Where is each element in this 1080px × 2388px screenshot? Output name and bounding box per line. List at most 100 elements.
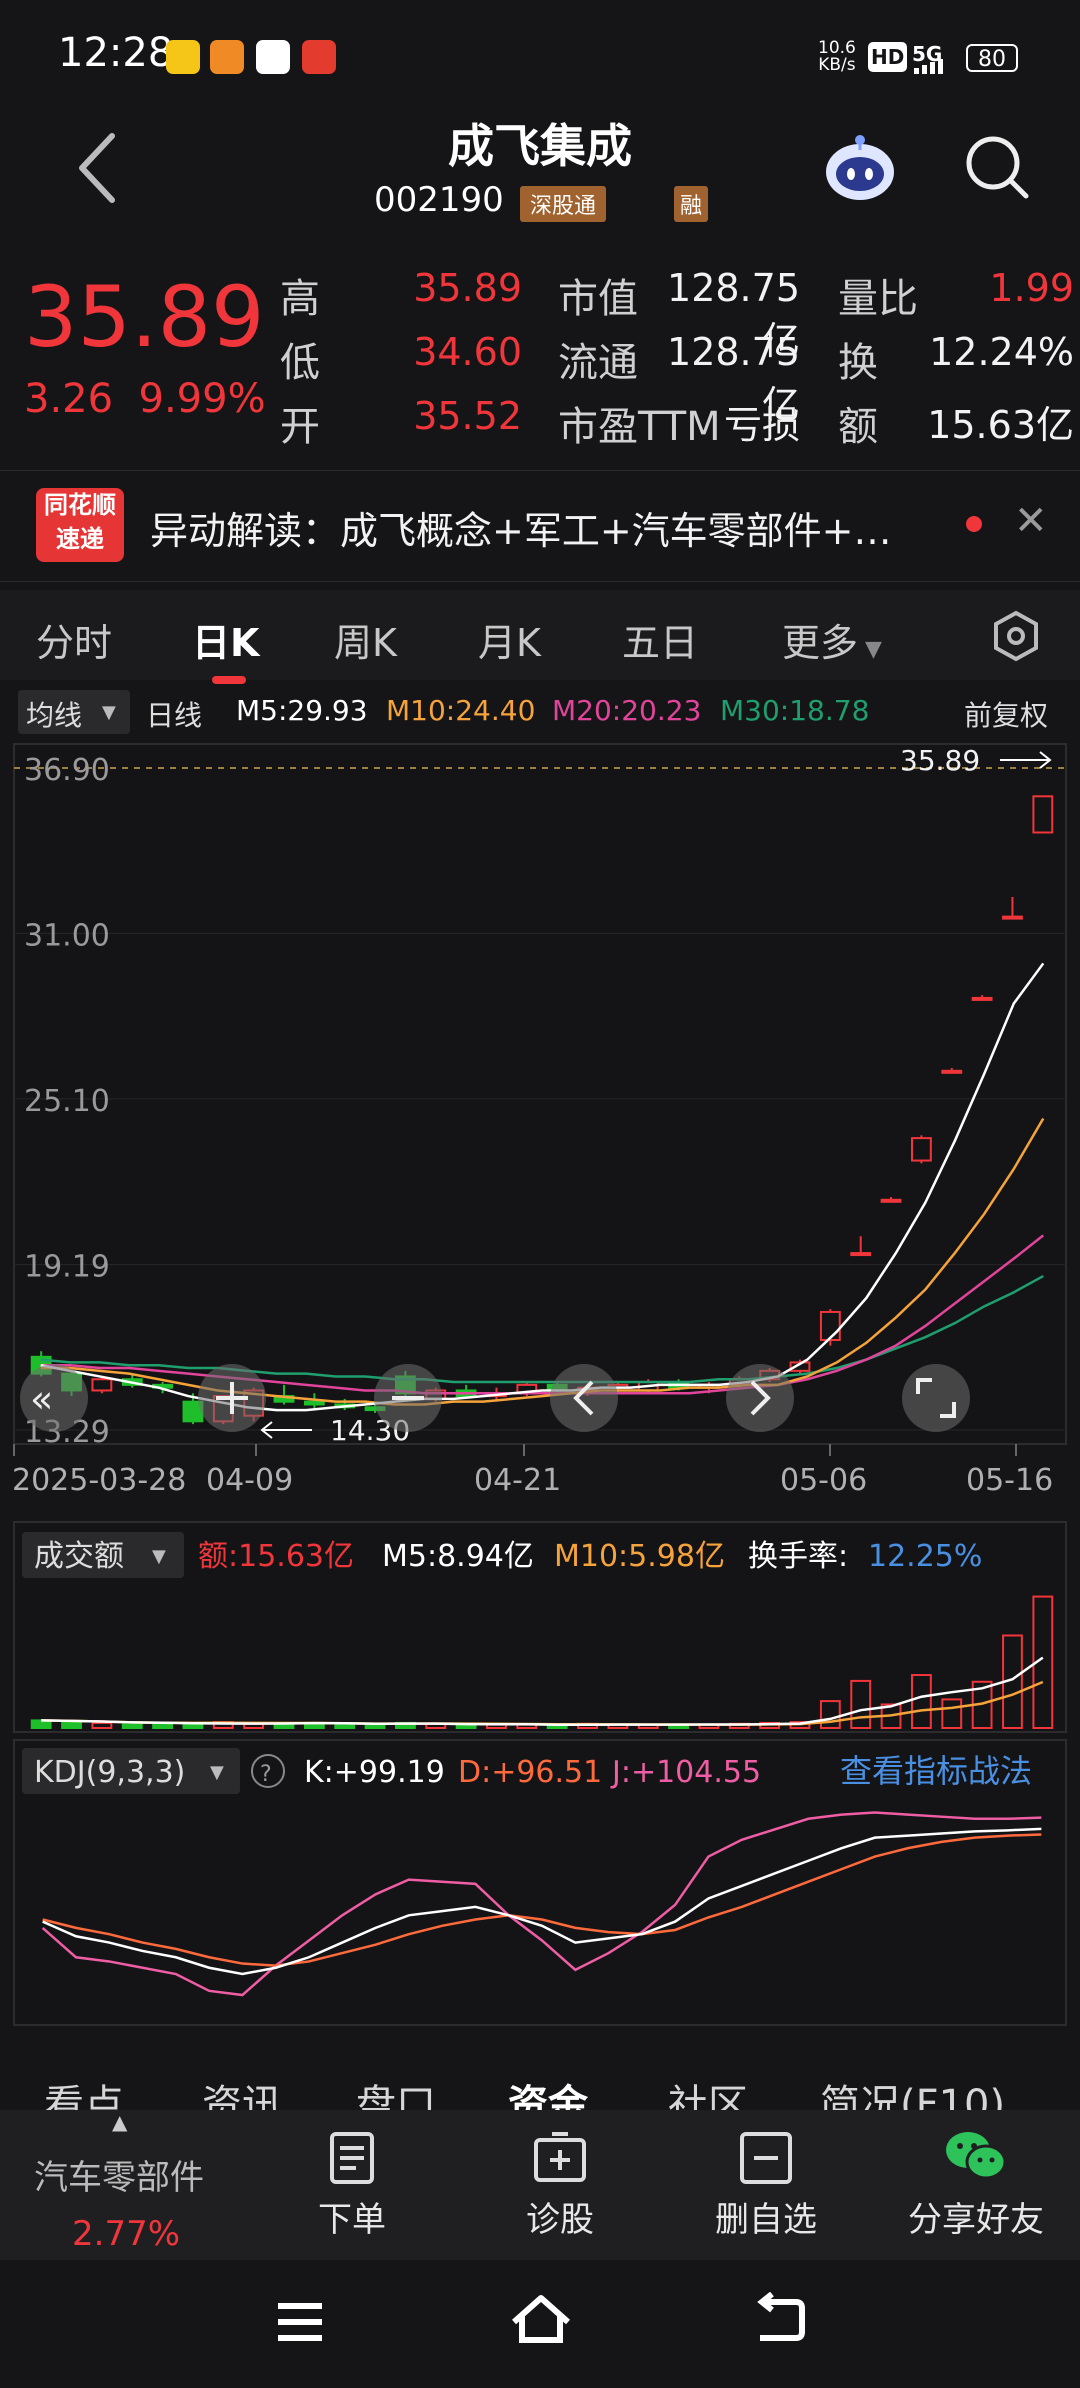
scroll-left-fast-button[interactable]: « — [20, 1364, 88, 1432]
diagnose-stock-icon — [534, 2132, 586, 2182]
scroll-left-button[interactable] — [550, 1364, 618, 1432]
tab-monthly-k[interactable]: 月K — [478, 612, 541, 667]
shopping-app-icon — [302, 40, 336, 74]
volume-ratio-value: 1.99 — [989, 266, 1074, 310]
volume-bar — [455, 1724, 477, 1729]
caret-down-icon: ▼ — [152, 1546, 166, 1567]
volume-amount: 额:15.63亿 — [198, 1539, 354, 1574]
ma30-value: M30:18.78 — [720, 694, 870, 727]
candle-body — [971, 996, 993, 1001]
volume-bar — [941, 1698, 963, 1729]
margin-badge[interactable]: 融 — [674, 186, 709, 222]
ma20-value: M20:20.23 — [552, 694, 702, 727]
remove-watchlist-icon — [740, 2132, 792, 2184]
signal-icon — [914, 59, 943, 74]
sector-name[interactable]: 汽车零部件 — [34, 2150, 204, 2199]
volume-bar — [911, 1674, 932, 1730]
x-tick-label: 2025-03-28 — [12, 1463, 186, 1498]
toutiao-app-icon — [256, 40, 290, 74]
subtab-orderbook[interactable]: 盘口 — [356, 2072, 436, 2110]
volume-bar — [121, 1723, 143, 1729]
amount-value: 15.63亿 — [927, 403, 1074, 447]
zoom-in-button[interactable] — [198, 1364, 266, 1432]
close-icon[interactable]: ✕ — [1014, 498, 1048, 544]
candle-body — [91, 1378, 113, 1392]
double-chevron-left-icon: « — [30, 1377, 53, 1421]
news-app-icon — [210, 40, 244, 74]
candle-body — [303, 1400, 325, 1406]
x-tick-label: 05-16 — [966, 1463, 1053, 1498]
turnover-value: 12.24% — [929, 330, 1074, 374]
ma5-value: M5:29.93 — [236, 694, 368, 727]
subtab-funds[interactable]: 资金 — [508, 2072, 588, 2110]
share-friends-button[interactable]: 分享好友 — [896, 2192, 1056, 2241]
float-cap-label: 流通 — [558, 340, 638, 386]
kline-chart[interactable]: 36.9031.0025.1019.1913.29 35.89 14.30 « … — [0, 740, 1080, 2030]
kdj-d-value: D:+96.51 — [458, 1755, 602, 1790]
fullscreen-button[interactable] — [902, 1364, 970, 1432]
tab-weekly-k[interactable]: 周K — [334, 612, 397, 667]
low-value: 34.60 — [413, 330, 522, 374]
y-tick-label: 36.90 — [24, 753, 110, 788]
subtab-community[interactable]: 社区 — [668, 2072, 748, 2110]
remove-watchlist-button[interactable]: 删自选 — [696, 2192, 836, 2241]
candle-body — [911, 1137, 932, 1162]
volume-bar — [152, 1723, 173, 1729]
volume-turnover-label: 换手率: — [748, 1539, 848, 1574]
shenzhen-connect-badge[interactable]: 深股通 — [520, 186, 607, 222]
price-adjust-label[interactable]: 前复权 — [964, 694, 1048, 734]
volume-bar — [364, 1723, 386, 1729]
kline-x-labels: 2025-03-28 04-09 04-21 05-06 05-16 — [12, 1444, 1053, 1498]
search-icon[interactable] — [962, 132, 1032, 202]
tab-intraday[interactable]: 分时 — [36, 612, 112, 667]
tab-five-day[interactable]: 五日 — [622, 612, 698, 667]
indicator-strategy-link[interactable]: 查看指标战法 — [840, 1752, 1032, 1790]
volume-bar — [850, 1679, 872, 1730]
y-tick-label: 25.10 — [24, 1084, 110, 1119]
menu-icon[interactable] — [274, 2300, 326, 2344]
current-price: 35.89 — [24, 268, 265, 366]
subtab-news[interactable]: 资讯 — [202, 2072, 282, 2110]
back-nav-icon[interactable] — [752, 2292, 806, 2346]
amount-label: 额 — [838, 404, 878, 450]
caret-down-icon: ▼ — [210, 1762, 224, 1783]
volume-m10: M10:5.98亿 — [554, 1539, 725, 1574]
market-cap-label: 市值 — [558, 276, 638, 322]
order-button[interactable]: 下单 — [292, 2192, 412, 2241]
wechat-icon — [946, 2132, 1007, 2180]
period-label: 日线 — [146, 699, 203, 732]
news-headline[interactable]: 异动解读：成飞概念+军工+汽车零部件+… — [150, 500, 892, 555]
volume-bar — [61, 1720, 82, 1730]
tab-more[interactable]: 更多 ▼ — [782, 612, 882, 667]
kdj-k-value: K:+99.19 — [304, 1755, 445, 1790]
net-speed: 10.6 KB/s — [818, 38, 856, 75]
ths-express-logo: 同花顺 速递 — [36, 488, 124, 562]
active-tab-indicator — [212, 676, 246, 684]
stock-name: 成飞集成 — [448, 119, 632, 173]
scroll-right-button[interactable] — [726, 1364, 794, 1432]
kline-frame — [13, 743, 1067, 1445]
candle-body — [1002, 915, 1023, 920]
zoom-out-button[interactable] — [374, 1364, 442, 1432]
turnover-label: 换 — [838, 340, 878, 386]
y-tick-label: 31.00 — [24, 918, 110, 953]
open-value: 35.52 — [413, 394, 522, 438]
y-tick-label: 19.19 — [24, 1250, 110, 1285]
subtab-f10[interactable]: 简况(F10) — [820, 2072, 1005, 2110]
subtab-highlights[interactable]: 看点 — [44, 2072, 124, 2110]
help-icon-glyph: ? — [260, 1762, 272, 1787]
detail-subtabs: 看点 资讯 盘口 资金 社区 简况(F10) — [0, 2060, 1080, 2110]
settings-hexagon-icon[interactable] — [990, 610, 1042, 662]
ai-assistant-robot-icon[interactable] — [820, 128, 900, 208]
candle-body — [941, 1069, 963, 1074]
diagnose-button[interactable]: 诊股 — [500, 2192, 620, 2241]
candle-body — [880, 1198, 902, 1203]
open-label: 开 — [280, 404, 320, 450]
candle-body — [819, 1310, 841, 1341]
tab-daily-k[interactable]: 日K — [192, 612, 259, 667]
x-tick-label: 04-09 — [206, 1463, 293, 1498]
volume-indicator-label: 成交额 — [34, 1539, 124, 1574]
volume-m5: M5:8.94亿 — [382, 1539, 534, 1574]
home-icon[interactable] — [510, 2292, 572, 2346]
candle-body — [1032, 795, 1054, 834]
